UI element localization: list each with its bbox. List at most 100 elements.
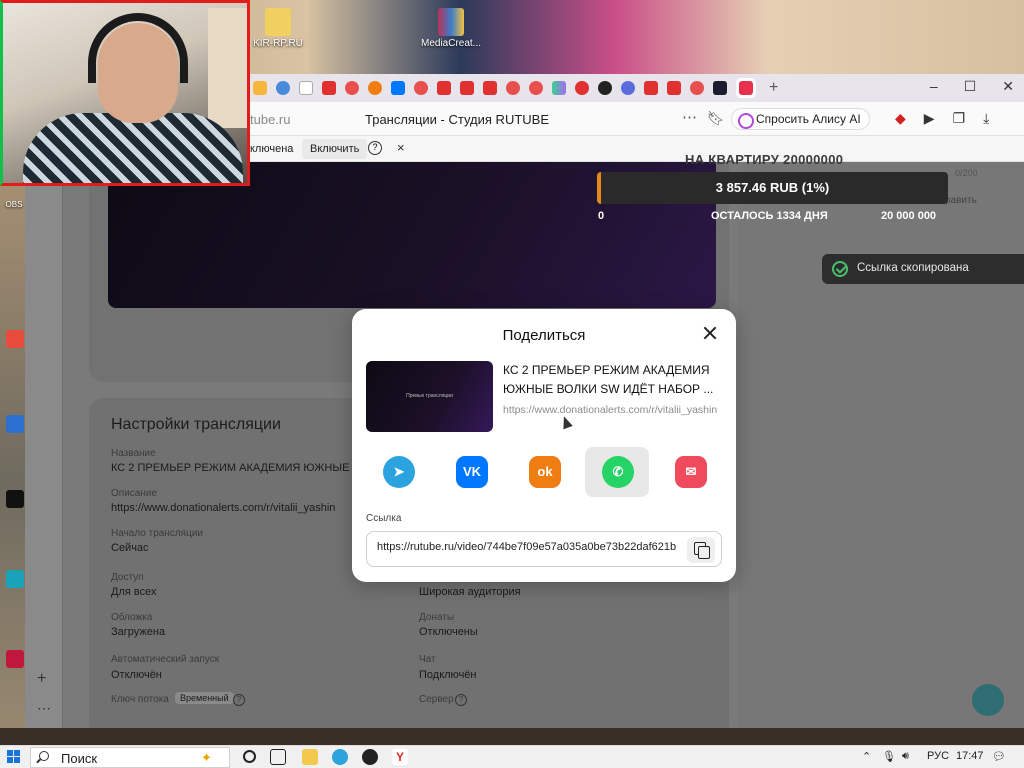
field-label: Автоматический запуск <box>111 654 220 665</box>
telegram-icon[interactable] <box>332 749 348 765</box>
cortana-icon[interactable] <box>243 750 256 763</box>
info-status: ключена <box>250 143 294 155</box>
yandex-icon[interactable] <box>690 81 704 95</box>
search-icon <box>39 751 49 761</box>
close-window-button[interactable]: ✕ <box>1002 78 1014 95</box>
window-controls: – ☐ ✕ <box>930 78 1014 95</box>
microphone-icon[interactable]: 🎙︎ <box>882 750 896 763</box>
youtube-icon[interactable] <box>483 81 497 95</box>
share-ok-button[interactable]: ok <box>512 447 576 497</box>
edit-link[interactable]: равить <box>945 195 977 206</box>
modal-title: Поделиться <box>502 327 586 344</box>
folder-icon <box>265 8 291 36</box>
share-telegram-button[interactable]: ➤ <box>366 447 430 497</box>
tray-chevron-icon[interactable]: ⌃ <box>862 750 871 763</box>
tab-favicon[interactable] <box>621 81 635 95</box>
char-count: 0/200 <box>955 168 978 178</box>
github-icon[interactable] <box>598 81 612 95</box>
yandex-icon[interactable] <box>529 81 543 95</box>
tab-favicon[interactable] <box>299 81 313 95</box>
enable-button[interactable]: Включить <box>302 139 368 159</box>
youtube-icon[interactable] <box>644 81 658 95</box>
toolbar-icons: ◆ ▶ ❐ ⤓ <box>895 110 989 127</box>
desktop-icon-kir-rp[interactable]: KIR-RP.RU <box>248 8 308 49</box>
copy-link-button[interactable] <box>687 537 715 563</box>
share-targets: ➤ VK ok ✆ ✉ <box>366 447 722 499</box>
field-value-donations: Отключены <box>419 626 478 638</box>
clock[interactable]: 17:47 <box>956 750 984 762</box>
download-icon[interactable]: ⤓ <box>983 110 989 127</box>
yandex-icon[interactable] <box>345 81 359 95</box>
desktop-icon-mediacreation[interactable]: MediaCreat... <box>418 8 484 49</box>
desktop-icon-launcher[interactable] <box>6 650 24 668</box>
video-title: КС 2 ПРЕМЬЕР РЕЖИМ АКАДЕМИЯ ЮЖНЫЕ ВОЛКИ … <box>503 363 714 396</box>
tab-active-rutube-studio[interactable] <box>736 78 756 98</box>
help-icon[interactable]: ? <box>368 141 382 155</box>
close-icon[interactable] <box>700 323 720 343</box>
bookmark-icon[interactable]: 🔖︎ <box>707 110 725 127</box>
vk-icon: VK <box>456 456 488 488</box>
archive-icon <box>438 8 464 36</box>
vk-icon[interactable] <box>391 81 405 95</box>
media-icon[interactable]: ▶ <box>924 110 935 127</box>
field-value-autostart: Отключён <box>111 669 162 681</box>
check-icon <box>832 261 848 277</box>
plus-icon[interactable]: + <box>37 670 46 688</box>
url-domain[interactable]: tube.ru <box>250 112 290 127</box>
temporary-chip: Временный <box>175 692 234 704</box>
rutube-icon[interactable] <box>713 81 727 95</box>
thumbnail-text: Превью трансляции <box>406 393 453 399</box>
more-icon[interactable]: ⋯ <box>682 108 697 126</box>
language-indicator[interactable]: РУС <box>927 750 949 762</box>
chat-button[interactable] <box>972 684 1004 716</box>
youtube-icon[interactable] <box>322 81 336 95</box>
field-value-chat: Подключён <box>419 669 477 681</box>
field-value-start: Сейчас <box>111 542 149 554</box>
desktop-icon-media[interactable] <box>6 570 24 588</box>
ask-alice-button[interactable]: Спросить Алису AI <box>731 108 870 130</box>
collections-icon[interactable]: ❐ <box>953 110 966 127</box>
youtube-icon[interactable] <box>667 81 681 95</box>
sparkle-icon: ✦ <box>201 750 212 765</box>
share-email-button[interactable]: ✉ <box>658 447 722 497</box>
windows-start-icon[interactable] <box>7 750 21 764</box>
tab-favicon[interactable] <box>552 81 566 95</box>
desktop-icon-yandex[interactable] <box>6 330 24 348</box>
notifications-icon[interactable]: 💬︎ <box>992 750 1006 763</box>
file-explorer-icon[interactable] <box>302 749 318 765</box>
field-label: Чат <box>419 654 436 665</box>
close-icon[interactable]: × <box>397 140 405 155</box>
yandex-browser-icon[interactable]: Y <box>392 749 408 765</box>
share-whatsapp-button[interactable]: ✆ <box>585 447 649 497</box>
field-value-cover: Загружена <box>111 626 166 638</box>
toast-text: Ссылка скопирована <box>857 262 969 274</box>
help-icon[interactable]: ? <box>455 694 467 706</box>
tab-favicon[interactable] <box>276 81 290 95</box>
help-icon[interactable]: ? <box>233 694 245 706</box>
obs-icon[interactable] <box>362 749 378 765</box>
maximize-button[interactable]: ☐ <box>964 78 977 95</box>
minimize-button[interactable]: – <box>930 78 938 95</box>
donation-heading: НА КВАРТИРУ 20000000 <box>685 152 844 167</box>
settings-title: Настройки трансляции <box>111 416 281 433</box>
desktop-icon-obs[interactable]: OBS <box>2 200 26 209</box>
webcam-overlay <box>0 0 250 186</box>
share-link-input[interactable] <box>377 541 683 553</box>
desktop-icon-steam[interactable] <box>6 490 24 508</box>
task-view-icon[interactable] <box>270 749 286 765</box>
share-modal: Поделиться Превью трансляции КС 2 ПРЕМЬЕ… <box>352 309 736 582</box>
extension-icon[interactable]: ◆ <box>895 110 906 127</box>
new-tab-button[interactable]: + <box>769 79 778 97</box>
yandex-icon[interactable] <box>414 81 428 95</box>
desktop-icon-browser[interactable] <box>6 415 24 433</box>
volume-icon[interactable]: 🔊︎ <box>902 750 909 763</box>
yandex-icon[interactable] <box>506 81 520 95</box>
more-icon[interactable]: ⋯ <box>37 700 51 717</box>
tab-favicon[interactable] <box>575 81 589 95</box>
taskbar-search[interactable]: Поиск ✦ <box>30 747 230 768</box>
tab-favicon[interactable] <box>253 81 267 95</box>
youtube-icon[interactable] <box>437 81 451 95</box>
share-vk-button[interactable]: VK <box>439 447 503 497</box>
ok-icon[interactable] <box>368 81 382 95</box>
youtube-icon[interactable] <box>460 81 474 95</box>
